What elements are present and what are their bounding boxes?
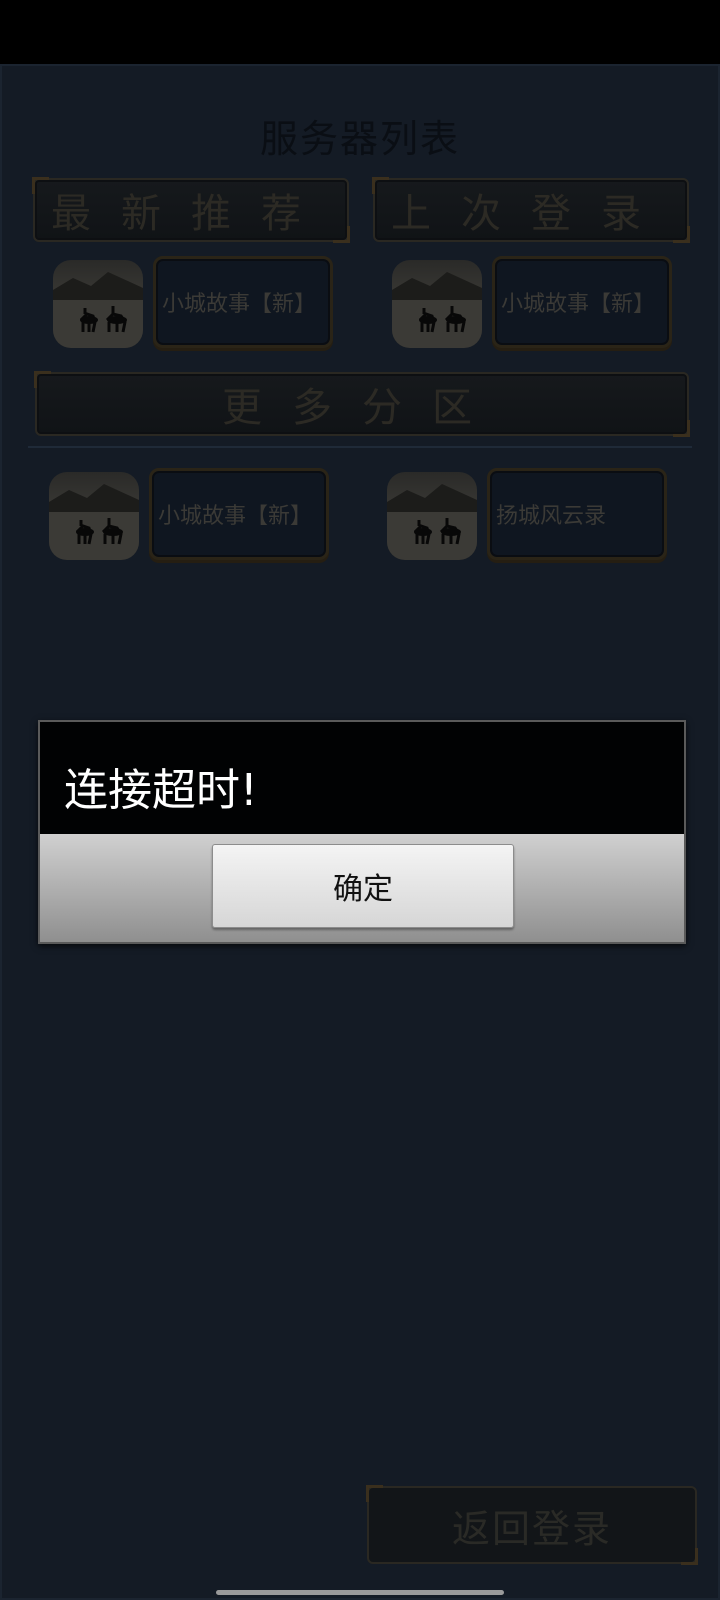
horse-riders-landscape-icon — [387, 472, 477, 560]
status-bar — [0, 0, 720, 64]
horse-riders-landscape-icon — [49, 472, 139, 560]
server-name: 扬城风云录 — [487, 468, 667, 560]
server-card-latest[interactable]: 小城故事【新】 — [53, 256, 341, 352]
horse-riders-landscape-icon — [392, 260, 482, 348]
server-card-more-2[interactable]: 扬城风云录 — [387, 468, 675, 564]
dialog-message: 连接超时! — [40, 722, 684, 834]
server-name: 小城故事【新】 — [153, 256, 333, 348]
server-card-last-login[interactable]: 小城故事【新】 — [392, 256, 680, 352]
server-name: 小城故事【新】 — [492, 256, 672, 348]
back-to-login-button[interactable]: 返回登录 — [366, 1485, 698, 1565]
section-header-last-login[interactable]: 上次登录 — [372, 177, 690, 243]
screen: 服务器列表 最新推荐 上次登录 小城故事【新】 小城故事【新】 更多分区 小城故… — [0, 0, 720, 1600]
connection-timeout-dialog: 连接超时! 确定 — [38, 720, 686, 944]
server-name: 小城故事【新】 — [149, 468, 329, 560]
section-header-latest[interactable]: 最新推荐 — [32, 177, 350, 243]
home-indicator[interactable] — [216, 1590, 504, 1595]
section-header-more[interactable]: 更多分区 — [34, 371, 690, 437]
horse-riders-landscape-icon — [53, 260, 143, 348]
page-title: 服务器列表 — [259, 117, 460, 161]
dialog-footer: 确定 — [40, 834, 684, 942]
divider — [28, 446, 692, 448]
server-card-more-1[interactable]: 小城故事【新】 — [49, 468, 337, 564]
ok-button[interactable]: 确定 — [212, 844, 514, 928]
